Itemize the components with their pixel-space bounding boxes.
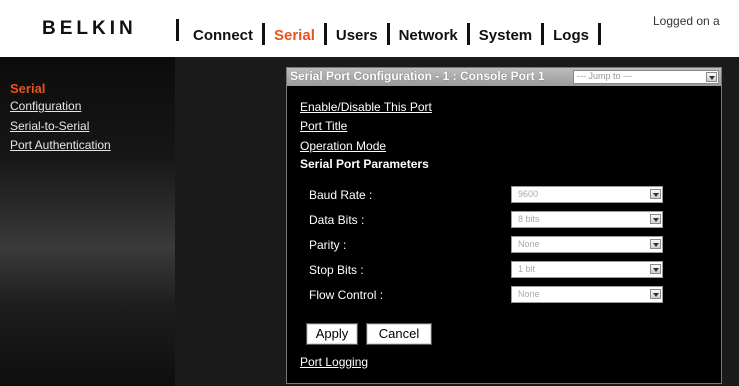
- chevron-down-icon[interactable]: [650, 264, 661, 274]
- parity-label: Parity :: [309, 238, 347, 252]
- chevron-down-icon[interactable]: [650, 214, 661, 224]
- nav-connect[interactable]: Connect: [193, 27, 253, 44]
- stop-bits-value: 1 bit: [518, 264, 536, 274]
- panel-header: Serial Port Configuration - 1 : Console …: [287, 68, 721, 86]
- flow-control-label: Flow Control :: [309, 288, 384, 302]
- chevron-down-icon[interactable]: [706, 72, 717, 82]
- apply-button[interactable]: Apply: [306, 323, 358, 345]
- logo-divider: [176, 19, 179, 41]
- cancel-button[interactable]: Cancel: [366, 323, 432, 345]
- baud-rate-label: Baud Rate :: [309, 188, 373, 202]
- nav-divider: [597, 23, 601, 45]
- nav-divider: [262, 23, 265, 45]
- nav-users[interactable]: Users: [336, 27, 378, 44]
- chevron-down-icon[interactable]: [650, 189, 661, 199]
- sidebar-title: Serial: [10, 81, 46, 96]
- sidebar: Serial Configuration Serial-to-Serial Po…: [0, 57, 175, 386]
- main-nav: Connect Serial Users Network System Logs: [193, 23, 610, 46]
- data-bits-select[interactable]: 8 bits: [511, 211, 663, 228]
- chevron-down-icon[interactable]: [650, 289, 661, 299]
- logged-on-status: Logged on a: [653, 14, 720, 28]
- port-title-link[interactable]: Port Title: [300, 119, 347, 133]
- enable-disable-port-link[interactable]: Enable/Disable This Port: [300, 100, 432, 114]
- stop-bits-select[interactable]: 1 bit: [511, 261, 663, 278]
- panel-title: Serial Port Configuration - 1 : Console …: [290, 69, 545, 83]
- jump-to-select[interactable]: --- Jump to ---: [573, 70, 719, 84]
- nav-divider: [386, 23, 390, 45]
- sidebar-item-port-authentication[interactable]: Port Authentication: [10, 138, 111, 152]
- baud-rate-value: 9600: [518, 189, 539, 199]
- nav-network[interactable]: Network: [399, 27, 458, 44]
- top-header: BELKIN Connect Serial Users Network Syst…: [0, 0, 739, 57]
- jump-to-value: --- Jump to ---: [577, 71, 632, 81]
- nav-divider: [466, 23, 470, 45]
- serial-port-parameters-heading: Serial Port Parameters: [300, 157, 429, 171]
- nav-divider: [323, 23, 327, 45]
- nav-divider: [541, 23, 545, 45]
- data-bits-value: 8 bits: [518, 214, 540, 224]
- port-logging-link[interactable]: Port Logging: [300, 355, 368, 369]
- operation-mode-link[interactable]: Operation Mode: [300, 139, 386, 153]
- nav-system[interactable]: System: [479, 27, 532, 44]
- flow-control-select[interactable]: None: [511, 286, 663, 303]
- nav-logs[interactable]: Logs: [553, 27, 589, 44]
- sidebar-item-configuration[interactable]: Configuration: [10, 99, 81, 113]
- sidebar-item-serial-to-serial[interactable]: Serial-to-Serial: [10, 119, 89, 133]
- stop-bits-label: Stop Bits :: [309, 263, 364, 277]
- parity-value: None: [518, 239, 540, 249]
- flow-control-value: None: [518, 289, 540, 299]
- chevron-down-icon[interactable]: [650, 239, 661, 249]
- data-bits-label: Data Bits :: [309, 213, 365, 227]
- serial-config-panel: Serial Port Configuration - 1 : Console …: [286, 67, 722, 384]
- baud-rate-select[interactable]: 9600: [511, 186, 663, 203]
- belkin-logo: BELKIN: [42, 18, 137, 39]
- parity-select[interactable]: None: [511, 236, 663, 253]
- main-content: Serial Port Configuration - 1 : Console …: [175, 57, 739, 386]
- nav-serial[interactable]: Serial: [274, 27, 315, 44]
